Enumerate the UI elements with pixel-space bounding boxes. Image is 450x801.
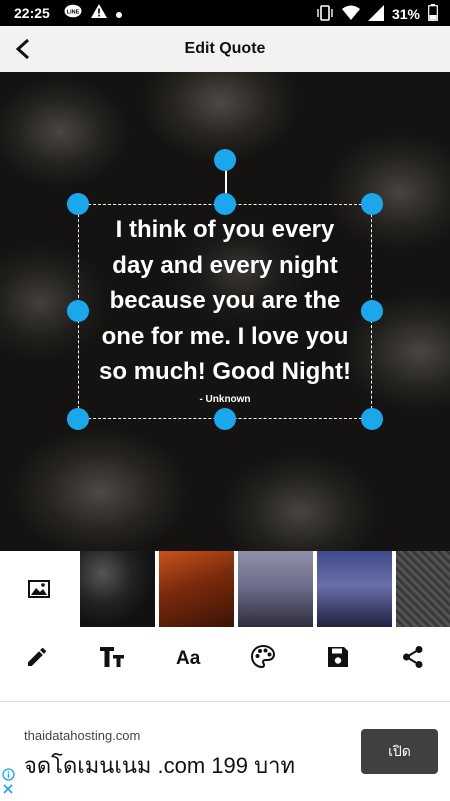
notification-dot-icon bbox=[116, 5, 122, 21]
svg-text:LINE: LINE bbox=[67, 10, 80, 16]
background-picker bbox=[0, 551, 450, 627]
save-button[interactable] bbox=[318, 637, 358, 677]
signal-icon bbox=[367, 4, 384, 24]
quote-line: day and every night bbox=[112, 251, 338, 279]
page-title: Edit Quote bbox=[184, 40, 266, 57]
battery-icon bbox=[428, 4, 438, 24]
resize-handle-top-right[interactable] bbox=[361, 193, 383, 215]
background-thumbnail[interactable] bbox=[317, 551, 392, 627]
line-app-icon: LINE bbox=[64, 4, 82, 21]
battery-percent: 31% bbox=[391, 6, 420, 22]
text-size-button[interactable] bbox=[92, 637, 132, 677]
ad-domain: thaidatahosting.com bbox=[24, 728, 141, 743]
color-button[interactable] bbox=[243, 637, 283, 677]
share-button[interactable] bbox=[393, 637, 433, 677]
status-bar: 22:25 LINE 31% bbox=[0, 0, 450, 26]
pencil-button[interactable] bbox=[17, 637, 57, 677]
quote-author[interactable]: - Unknown bbox=[78, 394, 372, 405]
quote-line: because you are the bbox=[109, 287, 341, 314]
background-thumbnail[interactable] bbox=[80, 551, 155, 627]
background-thumbnail[interactable] bbox=[396, 551, 450, 627]
ad-headline[interactable]: จดโดเมนเนม .com 199 บาท bbox=[24, 748, 295, 783]
resize-handle-bottom[interactable] bbox=[214, 408, 236, 430]
quote-line: one for me. I love you bbox=[101, 322, 349, 350]
resize-handle-left[interactable] bbox=[67, 300, 89, 322]
text-size-icon bbox=[100, 647, 124, 667]
status-time: 22:25 bbox=[14, 5, 50, 21]
resize-handle-bottom-right[interactable] bbox=[361, 408, 383, 430]
wifi-icon bbox=[341, 5, 360, 23]
save-icon bbox=[328, 647, 348, 667]
resize-handle-top[interactable] bbox=[214, 193, 236, 215]
palette-icon bbox=[250, 644, 276, 669]
pencil-icon bbox=[28, 647, 46, 666]
gallery-button[interactable] bbox=[0, 551, 78, 627]
vibrate-icon bbox=[316, 4, 334, 24]
image-icon bbox=[28, 580, 50, 598]
quote-line: so much! Good Night! bbox=[99, 358, 351, 385]
background-thumbnail[interactable] bbox=[238, 551, 313, 627]
quote-text[interactable]: I think of you every day and every night… bbox=[78, 212, 372, 390]
edit-toolbar: Aa bbox=[0, 627, 450, 701]
ad-banner[interactable]: thaidatahosting.com จดโดเมนเนม .com 199 … bbox=[0, 701, 450, 801]
app-bar: Edit Quote bbox=[0, 26, 450, 72]
ad-close-icon[interactable] bbox=[2, 782, 14, 800]
rotate-handle[interactable] bbox=[214, 149, 236, 171]
warning-icon bbox=[91, 4, 107, 21]
resize-handle-top-left[interactable] bbox=[67, 193, 89, 215]
resize-handle-bottom-left[interactable] bbox=[67, 408, 89, 430]
background-thumbnail[interactable] bbox=[159, 551, 234, 627]
resize-handle-right[interactable] bbox=[361, 300, 383, 322]
svg-text:Aa: Aa bbox=[176, 648, 201, 669]
font-button[interactable]: Aa bbox=[168, 637, 208, 677]
ad-open-button[interactable]: เปิด bbox=[361, 729, 438, 774]
share-icon bbox=[403, 646, 423, 668]
quote-canvas[interactable]: I think of you every day and every night… bbox=[0, 72, 450, 551]
font-icon: Aa bbox=[176, 648, 201, 669]
quote-line: I think of you every bbox=[115, 216, 335, 243]
